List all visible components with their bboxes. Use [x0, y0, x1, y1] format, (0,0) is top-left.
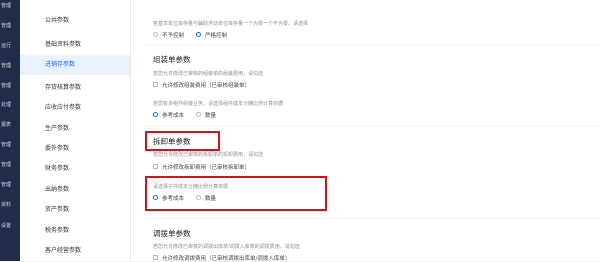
nav-item[interactable]: 管理	[1, 2, 11, 9]
global-nav: 管理 管理 运行 管理 管理 处理 报表 管理 管理 管理 资料 设置	[0, 0, 20, 261]
checkbox-label: 允许修改组装费用（已审核组装单）	[162, 82, 251, 89]
radio-icon	[196, 112, 201, 117]
option-label: 严格控制	[205, 32, 228, 39]
checkbox-label: 允许修改调拨费用（已审核调拨出库单/调拨入库单）	[162, 255, 291, 262]
option-label: 不予控制	[162, 32, 185, 39]
disassemble-hint2: 请选择子件成本分摊比例计算依据	[153, 184, 229, 190]
radio-selected-icon	[153, 195, 158, 200]
menu-item-basic-data[interactable]: 基础资料参数	[20, 35, 130, 55]
option-no-control[interactable]: 不予控制	[153, 30, 184, 39]
nav-item[interactable]: 管理	[1, 82, 11, 89]
menu-item-production[interactable]: 生产参数	[20, 119, 130, 139]
checkbox-icon	[153, 82, 158, 87]
radio-icon	[153, 32, 158, 37]
checkbox-icon	[153, 255, 158, 260]
transfer-title: 调拨单参数	[153, 229, 191, 238]
disassemble-option-cost[interactable]: 参考成本	[153, 193, 184, 202]
disassemble-hint: 若您允许修改已审核的拆卸单的拆卸费用，请勾选	[153, 152, 264, 158]
checkbox-icon	[153, 164, 158, 169]
divider	[145, 218, 600, 219]
nav-item[interactable]: 管理	[1, 181, 11, 188]
menu-item-outsourcing[interactable]: 委外参数	[20, 139, 130, 159]
divider	[145, 126, 600, 127]
nav-item[interactable]: 处理	[1, 101, 11, 108]
disassemble-option-qty[interactable]: 数量	[196, 193, 216, 202]
menu-item-customer[interactable]: 客户经营参数	[20, 241, 130, 261]
menu-item-cost[interactable]: 存货核算参数	[20, 78, 130, 98]
disassemble-fee-checkbox[interactable]: 允许修改拆卸费用（已审核拆卸单）	[153, 162, 250, 171]
radio-selected-icon	[196, 32, 201, 37]
radio-icon	[196, 195, 201, 200]
radio-selected-icon	[153, 112, 158, 117]
nav-item[interactable]: 资料	[1, 201, 11, 208]
assemble-title: 组装单参数	[153, 55, 191, 64]
option-label: 参考成本	[162, 195, 185, 202]
nav-item[interactable]: 管理	[1, 141, 11, 148]
assemble-option-cost[interactable]: 参考成本	[153, 110, 184, 119]
assemble-fee-checkbox[interactable]: 允许修改组装费用（已审核组装单）	[153, 80, 250, 89]
top-hint: 若基本单位库存量与辅助浮动单位库存量一个为零一个不为零，请选择	[153, 21, 309, 27]
menu-item-assets[interactable]: 资产参数	[20, 200, 130, 220]
menu-item-ar-ap[interactable]: 应收应付参数	[20, 98, 130, 118]
menu-item-public[interactable]: 公共参数	[20, 11, 130, 31]
nav-item[interactable]: 报表	[1, 121, 11, 128]
assemble-hint2: 若您有多组件组装业务，请选择组件成本分摊比例计算依据	[153, 101, 284, 107]
menu-item-cashier[interactable]: 出纳参数	[20, 180, 130, 200]
assemble-hint: 若您允许修改已审核的组装单的组装费用，请勾选	[153, 71, 264, 77]
checkbox-label: 允许修改拆卸费用（已审核拆卸单）	[162, 164, 251, 171]
nav-item[interactable]: 设置	[1, 222, 11, 229]
divider	[145, 44, 600, 45]
settings-content: 若基本单位库存量与辅助浮动单位库存量一个为零一个不为零，请选择 不予控制 严格控…	[131, 0, 600, 262]
menu-item-tax[interactable]: 税务参数	[20, 221, 130, 241]
option-label: 数量	[205, 195, 217, 202]
nav-item[interactable]: 管理	[1, 62, 11, 69]
assemble-option-qty[interactable]: 数量	[196, 110, 216, 119]
disassemble-title: 拆卸单参数	[153, 137, 191, 146]
option-label: 数量	[205, 112, 217, 119]
nav-item[interactable]: 管理	[1, 161, 11, 168]
menu-item-finance[interactable]: 财务参数	[20, 159, 130, 179]
transfer-hint: 若您允许修改已审核的调拨出库单/调拨入库单的调拨费用，请勾选	[153, 244, 300, 250]
menu-item-inventory[interactable]: 进销存参数	[20, 55, 130, 75]
option-strict-control[interactable]: 严格控制	[196, 30, 227, 39]
nav-item[interactable]: 管理	[1, 22, 11, 29]
option-label: 参考成本	[162, 112, 185, 119]
nav-item[interactable]: 运行	[1, 42, 11, 49]
settings-menu: 公共参数 基础资料参数 进销存参数 存货核算参数 应收应付参数 生产参数 委外参…	[20, 0, 131, 261]
